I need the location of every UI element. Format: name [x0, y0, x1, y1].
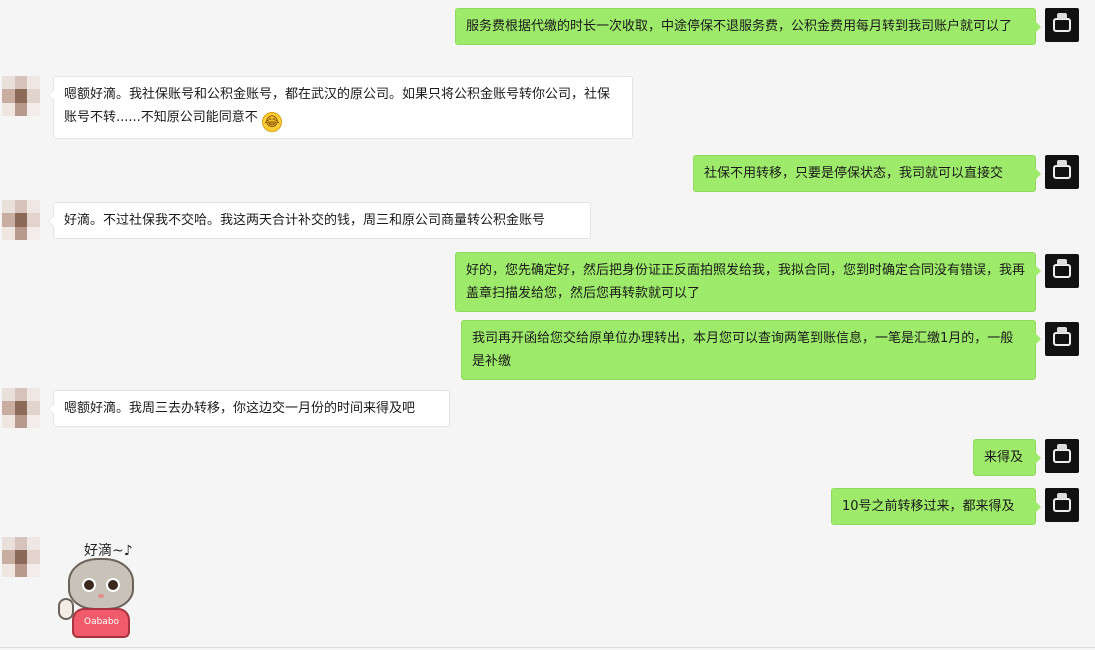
outgoing-bubble[interactable]: 好的，您先确定好，然后把身份证正反面拍照发给我，我拟合同，您到时确定合同没有错误…: [455, 252, 1041, 312]
message-row: 嗯额好滴。我周三去办转移，你这边交一月份的时间来得及吧: [0, 380, 1095, 440]
incoming-bubble[interactable]: 好滴。不过社保我不交哈。我这两天合计补交的钱，周三和原公司商量转公积金账号: [48, 202, 591, 239]
message-text: 嗯额好滴。我社保账号和公积金账号，都在武汉的原公司。如果只将公积金账号转你公司，…: [64, 87, 611, 125]
my-avatar[interactable]: [1045, 8, 1079, 42]
sticker-caption: 好滴~♪: [84, 543, 133, 559]
outgoing-bubble[interactable]: 来得及: [973, 439, 1041, 476]
message-row: 好的，您先确定好，然后把身份证正反面拍照发给我，我拟合同，您到时确定合同没有错误…: [0, 252, 1095, 312]
chat-history[interactable]: 服务费根据代缴的时长一次收取，中途停保不退服务费，公积金费用每月转到我司账户就可…: [0, 0, 1095, 650]
message-text: 好的，您先确定好，然后把身份证正反面拍照发给我，我拟合同，您到时确定合同没有错误…: [466, 263, 1026, 301]
cat-head: [68, 558, 134, 610]
outgoing-bubble[interactable]: 服务费根据代缴的时长一次收取，中途停保不退服务费，公积金费用每月转到我司账户就可…: [455, 8, 1041, 45]
cat-body: Oababo: [72, 608, 130, 638]
message-text: 10号之前转移过来，都来得及: [842, 499, 1015, 514]
message-row: 我司再开函给您交给原单位办理转出，本月您可以查询两笔到账信息，一笔是汇缴1月的，…: [0, 320, 1095, 380]
divider: [0, 647, 1095, 648]
contact-avatar[interactable]: [2, 200, 40, 240]
cat-paw: [58, 598, 74, 620]
message-text: 来得及: [984, 450, 1024, 465]
message-row: 好滴。不过社保我不交哈。我这两天合计补交的钱，周三和原公司商量转公积金账号: [0, 200, 1095, 240]
outgoing-bubble[interactable]: 10号之前转移过来，都来得及: [831, 488, 1041, 525]
contact-avatar[interactable]: [2, 537, 40, 577]
message-text: 好滴。不过社保我不交哈。我这两天合计补交的钱，周三和原公司商量转公积金账号: [64, 213, 546, 228]
my-avatar[interactable]: [1045, 254, 1079, 288]
message-row: 服务费根据代缴的时长一次收取，中途停保不退服务费，公积金费用每月转到我司账户就可…: [0, 6, 1095, 62]
incoming-bubble[interactable]: 嗯额好滴。我周三去办转移，你这边交一月份的时间来得及吧: [48, 390, 450, 427]
message-text: 嗯额好滴。我周三去办转移，你这边交一月份的时间来得及吧: [64, 401, 416, 416]
incoming-bubble[interactable]: 嗯额好滴。我社保账号和公积金账号，都在武汉的原公司。如果只将公积金账号转你公司，…: [48, 76, 633, 139]
message-text: 我司再开函给您交给原单位办理转出，本月您可以查询两笔到账信息，一笔是汇缴1月的，…: [472, 331, 1014, 369]
message-row: 社保不用转移，只要是停保状态，我司就可以直接交: [0, 155, 1095, 192]
outgoing-bubble[interactable]: 社保不用转移，只要是停保状态，我司就可以直接交: [693, 155, 1041, 192]
laughing-tears-emoji-icon: 😂: [261, 112, 282, 132]
message-row: 嗯额好滴。我社保账号和公积金账号，都在武汉的原公司。如果只将公积金账号转你公司，…: [0, 76, 1095, 140]
my-avatar[interactable]: [1045, 488, 1079, 522]
message-text: 社保不用转移，只要是停保状态，我司就可以直接交: [704, 166, 1004, 181]
my-avatar[interactable]: [1045, 322, 1079, 356]
contact-avatar[interactable]: [2, 76, 40, 116]
outgoing-bubble[interactable]: 我司再开函给您交给原单位办理转出，本月您可以查询两笔到账信息，一笔是汇缴1月的，…: [461, 320, 1041, 380]
message-text: 服务费根据代缴的时长一次收取，中途停保不退服务费，公积金费用每月转到我司账户就可…: [466, 19, 1013, 34]
cat-waving-sticker[interactable]: 好滴~♪ Oababo: [56, 536, 146, 641]
my-avatar[interactable]: [1045, 439, 1079, 473]
message-row: 来得及: [0, 439, 1095, 476]
message-row: 10号之前转移过来，都来得及: [0, 488, 1095, 525]
contact-avatar[interactable]: [2, 388, 40, 428]
my-avatar[interactable]: [1045, 155, 1079, 189]
shirt-text: Oababo: [84, 617, 120, 627]
